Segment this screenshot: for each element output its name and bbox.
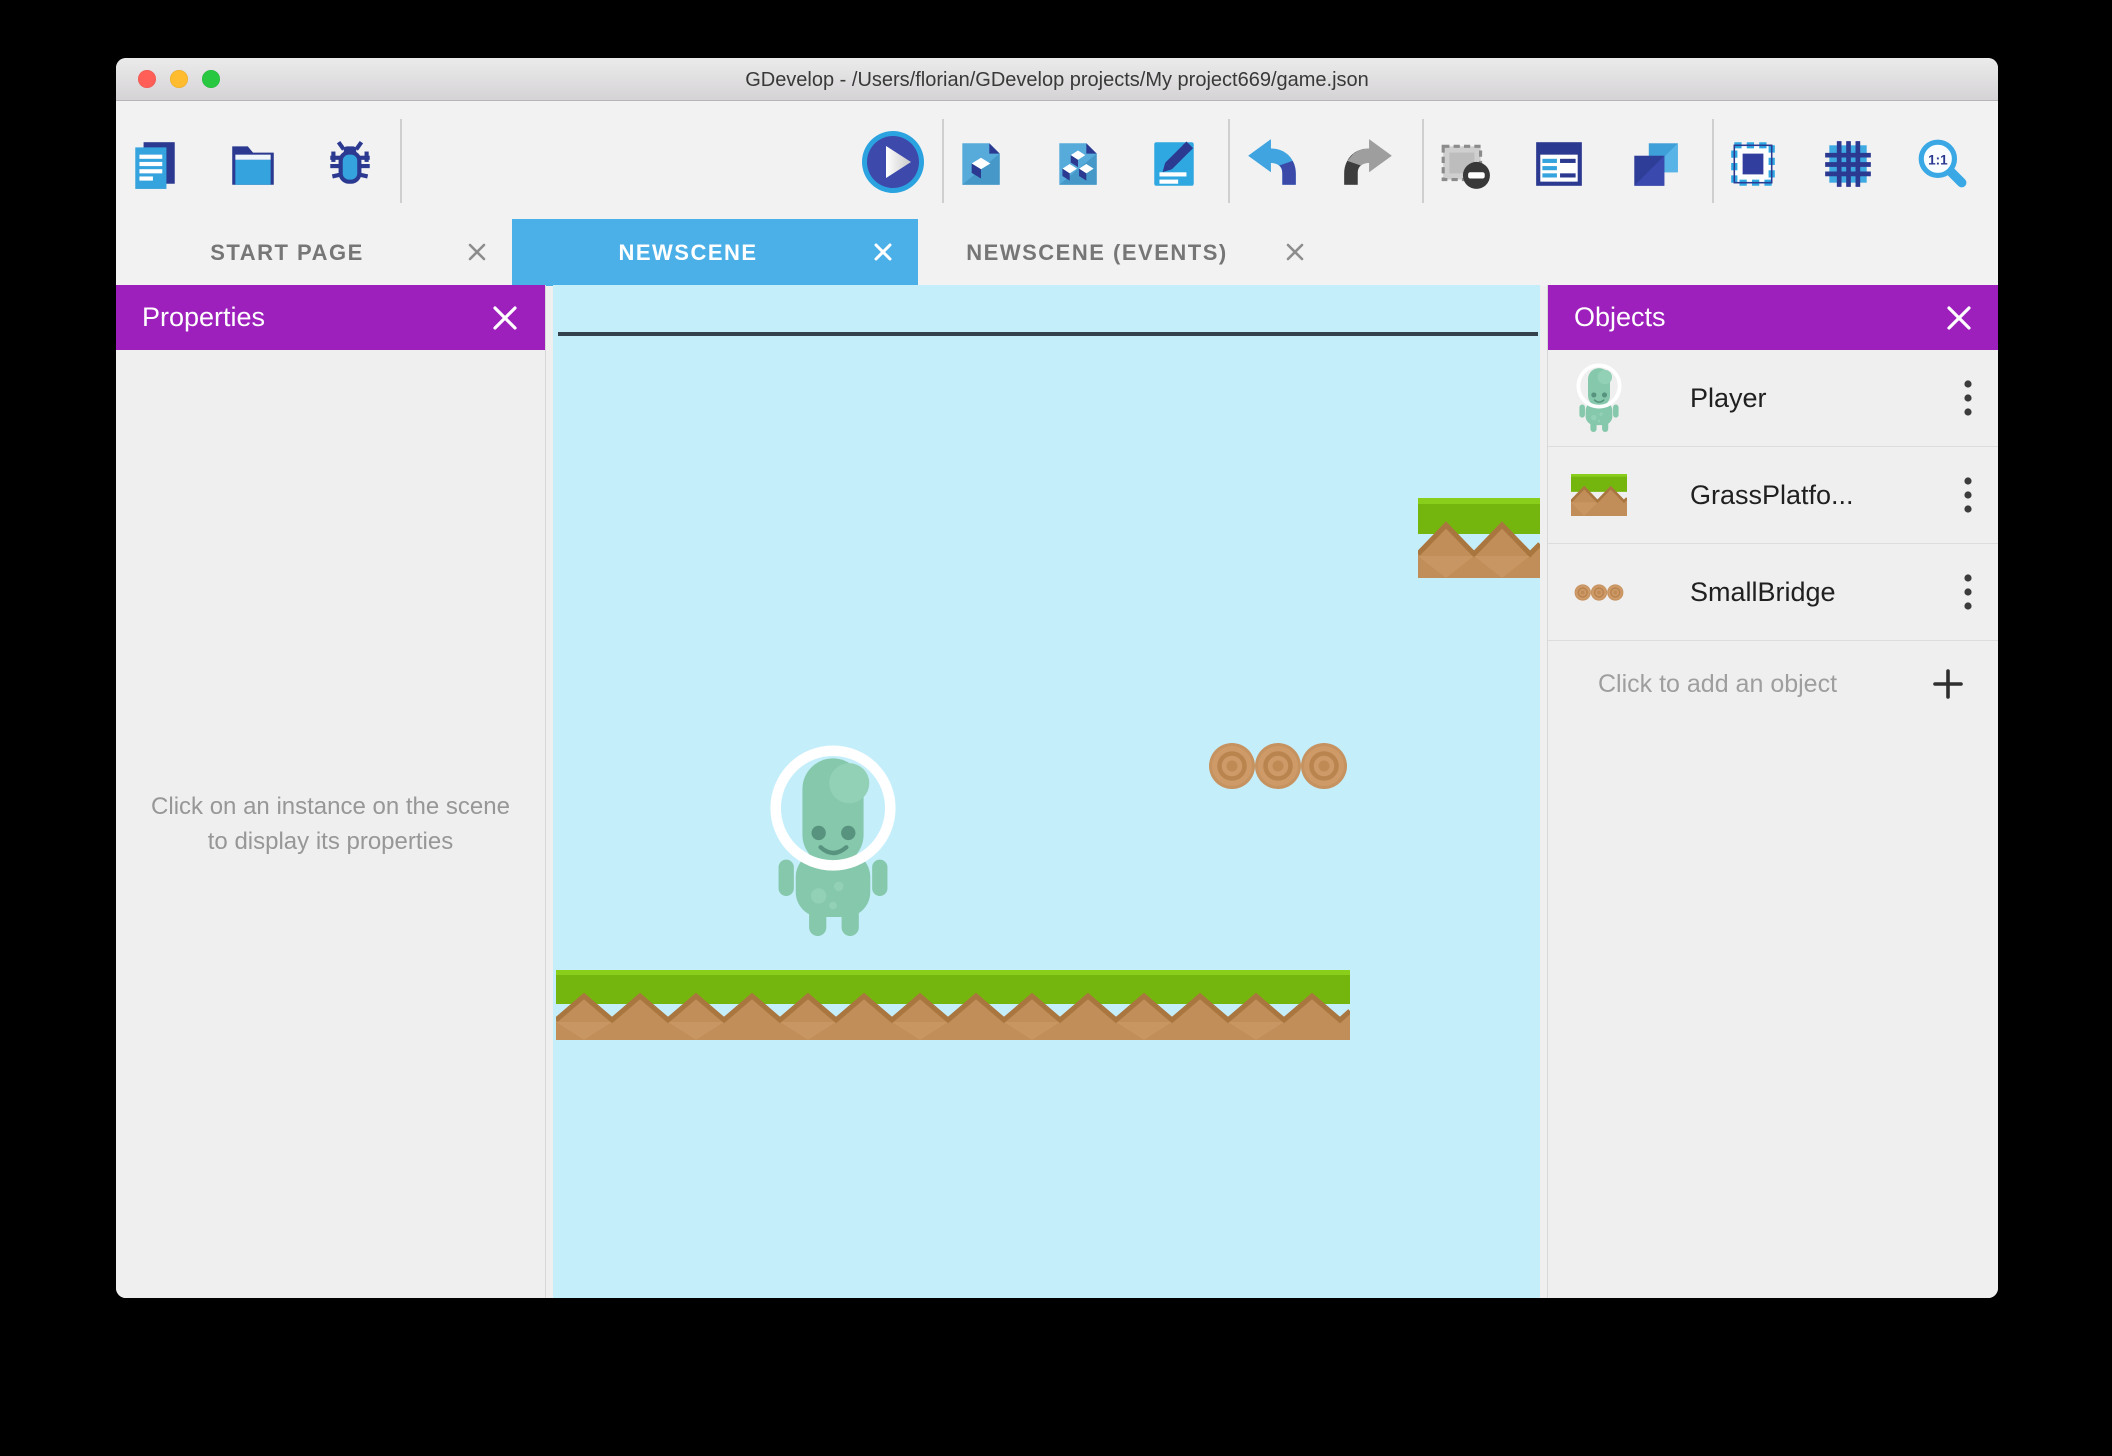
tab-label: NEWSCENE — [618, 239, 758, 265]
grid-icon[interactable] — [1821, 137, 1875, 191]
small-bridge-thumbnail-icon — [1568, 584, 1630, 601]
grass-platform-instance[interactable] — [556, 970, 1350, 1040]
toolbar-separator — [400, 119, 402, 203]
title-bar[interactable]: GDevelop - /Users/florian/GDevelop proje… — [116, 58, 1998, 101]
kebab-menu-icon[interactable] — [1963, 475, 1975, 515]
object-label: Player — [1690, 382, 1767, 413]
kebab-menu-icon[interactable] — [1963, 572, 1975, 612]
close-icon[interactable] — [1945, 304, 1973, 332]
mask-icon[interactable] — [1726, 137, 1780, 191]
properties-empty-text: Click on an instance on the scene to dis… — [151, 793, 510, 855]
tab-start-page[interactable]: START PAGE — [116, 219, 512, 286]
add-object-button[interactable]: Click to add an object — [1548, 641, 1998, 727]
plus-icon[interactable] — [1931, 667, 1965, 701]
tab-label: START PAGE — [210, 239, 364, 265]
toolbar-separator — [942, 119, 944, 203]
main-content: Properties Click on an instance on the s… — [116, 285, 1998, 1298]
tab-newscene[interactable]: NEWSCENE — [512, 219, 918, 286]
objects-panel-header: Objects — [1548, 285, 1998, 350]
kebab-menu-icon[interactable] — [1963, 378, 1975, 418]
redo-icon[interactable] — [1338, 137, 1396, 191]
svg-text:1:1: 1:1 — [1928, 153, 1948, 168]
add-object-label: Click to add an object — [1598, 669, 1838, 698]
toolbar: 1:1 — [116, 101, 1998, 219]
tab-close-icon[interactable] — [466, 241, 488, 263]
player-instance[interactable] — [769, 745, 897, 938]
objects-groups-icon[interactable] — [1051, 137, 1105, 191]
toolbar-separator — [1228, 119, 1230, 203]
player-thumbnail-icon — [1568, 363, 1630, 433]
object-row-grassplatform[interactable]: GrassPlatfo... — [1548, 447, 1998, 544]
zoom-original-icon[interactable]: 1:1 — [1915, 137, 1969, 191]
small-bridge-instance[interactable] — [1209, 742, 1347, 790]
object-row-smallbridge[interactable]: SmallBridge — [1548, 544, 1998, 641]
toolbar-separator — [1422, 119, 1424, 203]
layers-icon[interactable] — [1626, 137, 1684, 191]
add-object-icon[interactable] — [954, 137, 1008, 191]
scene-canvas[interactable] — [553, 285, 1540, 1298]
properties-panel-header: Properties — [116, 285, 545, 350]
tab-close-icon[interactable] — [872, 241, 894, 263]
scene-window-border — [558, 332, 1538, 336]
gdevelop-window: GDevelop - /Users/florian/GDevelop proje… — [116, 58, 1998, 1298]
grass-platform-thumbnail-icon — [1568, 474, 1630, 516]
scene-properties-edit-icon[interactable] — [1147, 137, 1201, 191]
toolbar-separator — [1712, 119, 1714, 203]
object-label: GrassPlatfo... — [1690, 479, 1854, 510]
objects-panel-title: Objects — [1574, 302, 1666, 332]
grass-platform-instance[interactable] — [1418, 498, 1540, 578]
tab-label: NEWSCENE (EVENTS) — [966, 239, 1228, 265]
close-icon[interactable] — [491, 304, 519, 332]
object-row-player[interactable]: Player — [1548, 350, 1998, 447]
tab-bar: START PAGE NEWSCENE NEWSCENE (EVENTS) — [116, 219, 1998, 286]
object-label: SmallBridge — [1690, 576, 1836, 607]
window-title: GDevelop - /Users/florian/GDevelop proje… — [745, 69, 1369, 91]
tab-newscene-events[interactable]: NEWSCENE (EVENTS) — [918, 219, 1330, 286]
debugger-bug-icon[interactable] — [323, 137, 377, 191]
desktop-background: GDevelop - /Users/florian/GDevelop proje… — [0, 0, 2112, 1456]
project-manager-icon[interactable] — [128, 137, 182, 191]
open-project-icon[interactable] — [226, 137, 280, 191]
tab-close-icon[interactable] — [1284, 241, 1306, 263]
properties-panel-title: Properties — [142, 302, 266, 332]
undo-icon[interactable] — [1244, 137, 1302, 191]
delete-instances-icon[interactable] — [1438, 137, 1492, 191]
objects-panel: Objects Player GrassPlatfo... SmallBridg… — [1547, 285, 1998, 1298]
instances-list-icon[interactable] — [1532, 137, 1586, 191]
properties-panel: Properties Click on an instance on the s… — [116, 285, 546, 1298]
play-icon[interactable] — [860, 129, 926, 195]
